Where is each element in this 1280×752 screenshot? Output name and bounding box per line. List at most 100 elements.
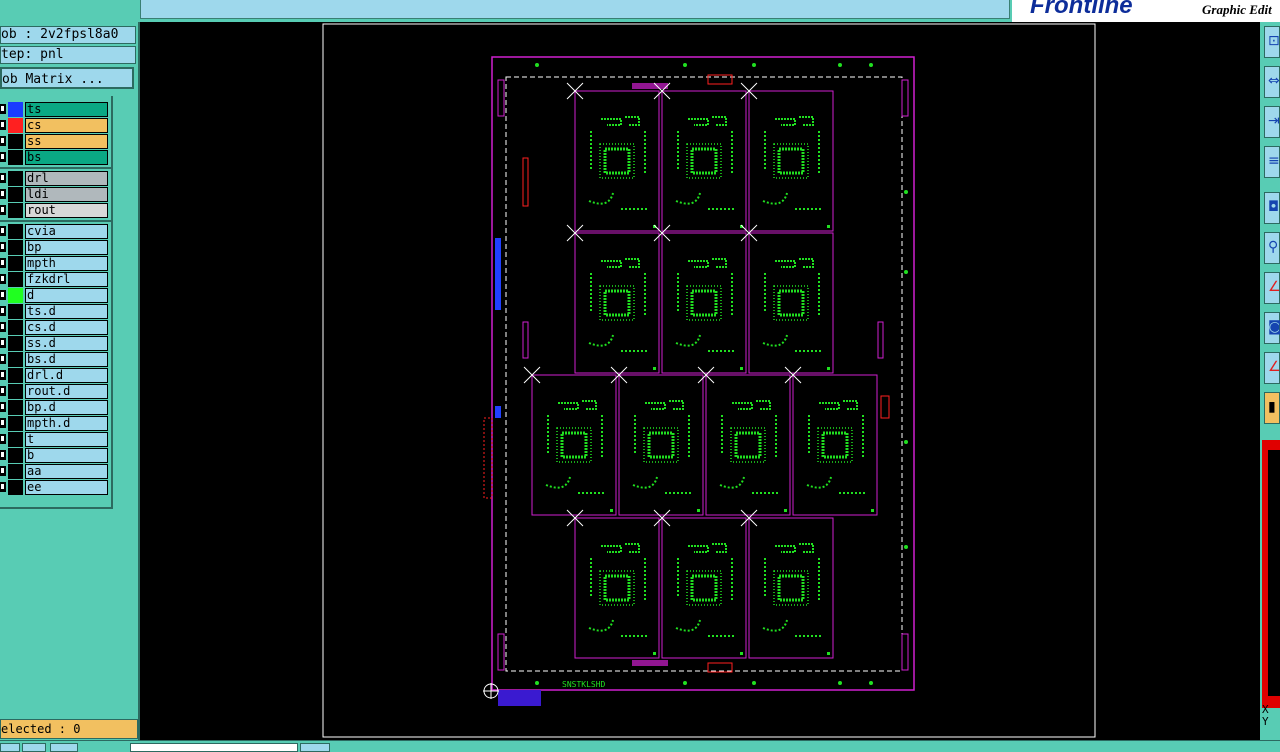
- layer-name[interactable]: rout: [25, 203, 108, 218]
- layer-checkbox[interactable]: [0, 354, 6, 364]
- select-button[interactable]: ◘: [1264, 192, 1280, 224]
- layer-color-swatch[interactable]: [8, 150, 23, 165]
- layer-color-swatch[interactable]: [8, 187, 23, 202]
- layer-row[interactable]: bs.d: [0, 352, 111, 367]
- pad-button[interactable]: ◙: [1264, 312, 1280, 344]
- layer-row[interactable]: mpth.d: [0, 416, 111, 431]
- layer-color-swatch[interactable]: [8, 400, 23, 415]
- layer-name[interactable]: bs: [25, 150, 108, 165]
- layer-color-swatch[interactable]: [8, 134, 23, 149]
- layer-name[interactable]: bp: [25, 240, 108, 255]
- layer-checkbox[interactable]: [0, 152, 6, 162]
- layer-row[interactable]: ss.d: [0, 336, 111, 351]
- highlight-button[interactable]: ▮: [1264, 392, 1280, 424]
- job-matrix-button[interactable]: ob Matrix ...: [0, 67, 134, 89]
- layer-color-swatch[interactable]: [8, 320, 23, 335]
- layer-row[interactable]: cvia: [0, 224, 111, 239]
- layer-checkbox[interactable]: [0, 136, 6, 146]
- layer-name[interactable]: mpth.d: [25, 416, 108, 431]
- layer-row[interactable]: b: [0, 448, 111, 463]
- layer-checkbox[interactable]: [0, 226, 6, 236]
- layer-color-swatch[interactable]: [8, 224, 23, 239]
- layer-color-swatch[interactable]: [8, 256, 23, 271]
- layer-name[interactable]: t: [25, 432, 108, 447]
- layer-row[interactable]: aa: [0, 464, 111, 479]
- layer-name[interactable]: ldi: [25, 187, 108, 202]
- layer-color-swatch[interactable]: [8, 288, 23, 303]
- layer-checkbox[interactable]: [0, 450, 6, 460]
- layer-name[interactable]: fzkdrl: [25, 272, 108, 287]
- layer-checkbox[interactable]: [0, 205, 6, 215]
- measure-button[interactable]: ≡: [1264, 146, 1280, 178]
- layer-row[interactable]: fzkdrl: [0, 272, 111, 287]
- layer-name[interactable]: cs: [25, 118, 108, 133]
- layer-checkbox[interactable]: [0, 120, 6, 130]
- layer-checkbox[interactable]: [0, 290, 6, 300]
- layer-color-swatch[interactable]: [8, 171, 23, 186]
- command-field[interactable]: [140, 0, 1010, 19]
- bottom-button-4[interactable]: [300, 743, 330, 752]
- layer-checkbox[interactable]: [0, 482, 6, 492]
- layer-name[interactable]: cvia: [25, 224, 108, 239]
- layer-row[interactable]: bp.d: [0, 400, 111, 415]
- layer-row[interactable]: rout.d: [0, 384, 111, 399]
- layer-name[interactable]: ss: [25, 134, 108, 149]
- layer-row[interactable]: mpth: [0, 256, 111, 271]
- layer-checkbox[interactable]: [0, 402, 6, 412]
- layer-row[interactable]: cs.d: [0, 320, 111, 335]
- layer-name[interactable]: ss.d: [25, 336, 108, 351]
- draw-button[interactable]: ∠: [1264, 272, 1280, 304]
- layer-color-swatch[interactable]: [8, 480, 23, 495]
- layer-checkbox[interactable]: [0, 466, 6, 476]
- layer-row[interactable]: bs: [0, 150, 111, 165]
- layer-row[interactable]: ss: [0, 134, 111, 149]
- layer-row[interactable]: rout: [0, 203, 111, 218]
- bottom-input[interactable]: [130, 743, 298, 752]
- layer-name[interactable]: ee: [25, 480, 108, 495]
- layer-color-swatch[interactable]: [8, 368, 23, 383]
- layer-color-swatch[interactable]: [8, 464, 23, 479]
- layer-color-swatch[interactable]: [8, 416, 23, 431]
- layer-row[interactable]: ts: [0, 102, 111, 117]
- graphic-canvas[interactable]: SNSTKLSHD: [140, 22, 1260, 740]
- layer-checkbox[interactable]: [0, 306, 6, 316]
- bottom-button-1[interactable]: [0, 743, 20, 752]
- layer-row[interactable]: d: [0, 288, 111, 303]
- layer-row[interactable]: ee: [0, 480, 111, 495]
- layer-row[interactable]: t: [0, 432, 111, 447]
- layer-name[interactable]: cs.d: [25, 320, 108, 335]
- layer-row[interactable]: drl: [0, 171, 111, 186]
- layer-checkbox[interactable]: [0, 418, 6, 428]
- layer-name[interactable]: drl.d: [25, 368, 108, 383]
- layer-checkbox[interactable]: [0, 274, 6, 284]
- layer-name[interactable]: aa: [25, 464, 108, 479]
- layer-checkbox[interactable]: [0, 104, 6, 114]
- bottom-button-2[interactable]: [22, 743, 46, 752]
- layer-row[interactable]: cs: [0, 118, 111, 133]
- layer-checkbox[interactable]: [0, 386, 6, 396]
- fit-button[interactable]: ⇥: [1264, 106, 1280, 138]
- layer-color-swatch[interactable]: [8, 102, 23, 117]
- layer-color-swatch[interactable]: [8, 384, 23, 399]
- bottom-button-3[interactable]: [50, 743, 78, 752]
- layer-row[interactable]: ts.d: [0, 304, 111, 319]
- line-button[interactable]: ∠: [1264, 352, 1280, 384]
- layer-color-swatch[interactable]: [8, 203, 23, 218]
- layer-name[interactable]: drl: [25, 171, 108, 186]
- zoom-button[interactable]: ⊡: [1264, 26, 1280, 58]
- layer-checkbox[interactable]: [0, 173, 6, 183]
- layer-row[interactable]: ldi: [0, 187, 111, 202]
- layer-row[interactable]: bp: [0, 240, 111, 255]
- layer-checkbox[interactable]: [0, 338, 6, 348]
- layer-checkbox[interactable]: [0, 370, 6, 380]
- layer-checkbox[interactable]: [0, 322, 6, 332]
- layer-name[interactable]: ts.d: [25, 304, 108, 319]
- layer-name[interactable]: b: [25, 448, 108, 463]
- layer-color-swatch[interactable]: [8, 240, 23, 255]
- layer-name[interactable]: rout.d: [25, 384, 108, 399]
- layer-color-swatch[interactable]: [8, 352, 23, 367]
- layer-name[interactable]: mpth: [25, 256, 108, 271]
- layer-name[interactable]: bs.d: [25, 352, 108, 367]
- layer-color-swatch[interactable]: [8, 432, 23, 447]
- layer-name[interactable]: ts: [25, 102, 108, 117]
